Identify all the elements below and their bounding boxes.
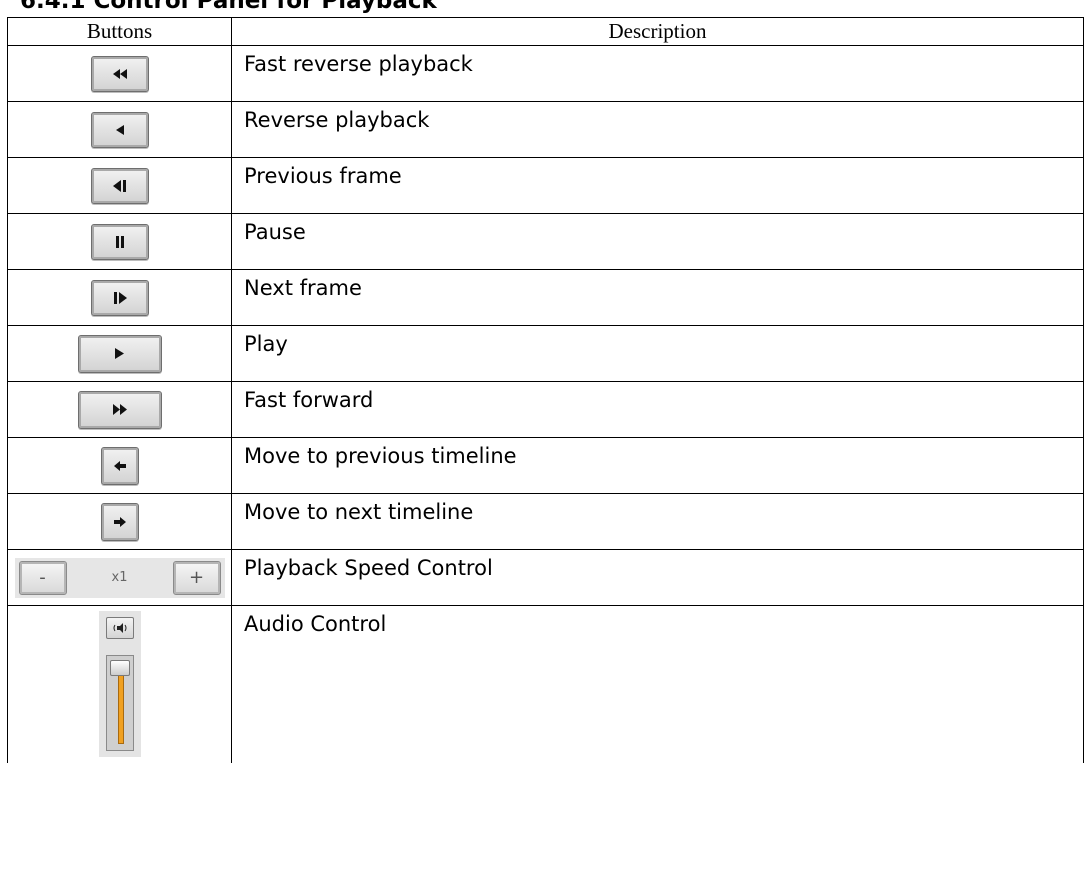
- play-button[interactable]: [77, 334, 162, 373]
- audio-control: [98, 611, 141, 757]
- table-row: Reverse playback: [7, 101, 1084, 158]
- description-cell: Playback Speed Control: [231, 549, 1084, 606]
- next-frame-button[interactable]: [90, 279, 149, 316]
- table-row: Move to previous timeline: [7, 437, 1084, 494]
- description-cell: Fast forward: [231, 381, 1084, 438]
- table-row: Fast forward: [7, 381, 1084, 438]
- volume-slider-handle[interactable]: [109, 660, 130, 676]
- description-cell: Audio Control: [231, 605, 1084, 763]
- reverse-play-icon: [115, 124, 124, 135]
- header-buttons: Buttons: [7, 17, 232, 46]
- playback-controls-table: Buttons Description Fast reverse playbac…: [7, 17, 1084, 763]
- fast-reverse-button[interactable]: [90, 55, 149, 92]
- table-header-row: Buttons Description: [7, 17, 1084, 46]
- header-description: Description: [231, 17, 1084, 46]
- mute-button[interactable]: [105, 617, 134, 639]
- fast-reverse-icon: [112, 68, 127, 79]
- previous-timeline-icon: [113, 460, 126, 471]
- pause-icon: [115, 235, 124, 248]
- description-cell: Play: [231, 325, 1084, 382]
- table-row: - x1 + Playback Speed Control: [7, 549, 1084, 606]
- fast-forward-button[interactable]: [77, 390, 162, 429]
- description-cell: Move to previous timeline: [231, 437, 1084, 494]
- volume-slider[interactable]: [105, 655, 134, 751]
- table-row: Move to next timeline: [7, 493, 1084, 550]
- volume-level-bar: [117, 674, 124, 744]
- speed-control: - x1 +: [14, 557, 225, 598]
- table-row: Audio Control: [7, 605, 1084, 763]
- previous-frame-button[interactable]: [90, 167, 149, 204]
- table-row: Play: [7, 325, 1084, 382]
- next-timeline-button[interactable]: [100, 502, 139, 541]
- description-cell: Pause: [231, 213, 1084, 270]
- speed-increase-button[interactable]: +: [172, 560, 221, 595]
- speed-decrease-button[interactable]: -: [18, 560, 67, 595]
- description-cell: Fast reverse playback: [231, 45, 1084, 102]
- speaker-icon: [113, 623, 126, 633]
- description-cell: Reverse playback: [231, 101, 1084, 158]
- table-row: Next frame: [7, 269, 1084, 326]
- section-title: 6.4.1 Control Panel for Playback: [20, 0, 437, 14]
- reverse-play-button[interactable]: [90, 111, 149, 148]
- description-cell: Move to next timeline: [231, 493, 1084, 550]
- play-icon: [115, 348, 124, 359]
- next-timeline-icon: [113, 516, 126, 527]
- speed-value: x1: [111, 570, 128, 585]
- pause-button[interactable]: [90, 223, 149, 260]
- description-cell: Previous frame: [231, 157, 1084, 214]
- fast-forward-icon: [112, 404, 127, 415]
- table-row: Previous frame: [7, 157, 1084, 214]
- description-cell: Next frame: [231, 269, 1084, 326]
- previous-timeline-button[interactable]: [100, 446, 139, 485]
- table-row: Fast reverse playback: [7, 45, 1084, 102]
- next-frame-icon: [113, 291, 127, 304]
- table-row: Pause: [7, 213, 1084, 270]
- previous-frame-icon: [112, 179, 126, 192]
